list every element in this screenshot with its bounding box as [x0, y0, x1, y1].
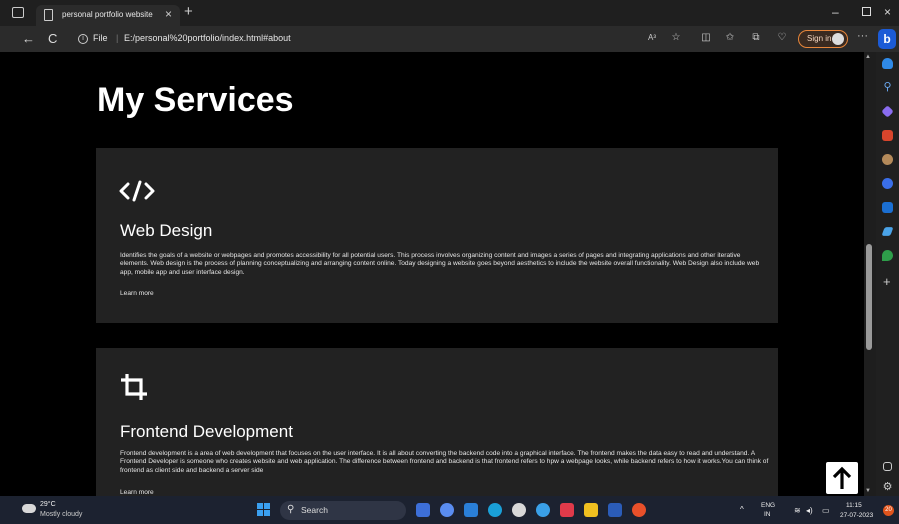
edge-icon[interactable] — [488, 503, 502, 517]
windows-taskbar: 29°C Mostly cloudy ⚲ Search ^ ENG IN ≋ ◂… — [0, 496, 899, 524]
service-description: Frontend development is a area of web de… — [120, 450, 769, 474]
vscode-icon[interactable] — [536, 503, 550, 517]
windows-start-icon[interactable] — [257, 503, 271, 517]
weather-temperature[interactable]: 29°C — [40, 501, 56, 508]
chat-icon[interactable] — [440, 503, 454, 517]
volume-icon[interactable]: ◂) — [806, 506, 813, 515]
tab-close-icon[interactable]: × — [165, 7, 172, 21]
mcafee-icon[interactable] — [560, 503, 574, 517]
tab-actions-icon[interactable] — [12, 7, 24, 18]
maximize-button[interactable] — [862, 5, 871, 19]
add-sidebar-app-icon[interactable]: + — [883, 274, 891, 289]
service-title: Frontend Development — [120, 422, 293, 441]
file-explorer-icon[interactable] — [584, 503, 598, 517]
settings-gear-icon[interactable]: ⚙ — [882, 482, 893, 493]
favorite-star-icon[interactable]: ☆ — [670, 32, 682, 44]
search-label: Search — [301, 505, 328, 515]
scroll-thumb[interactable] — [866, 244, 872, 350]
code-icon — [119, 180, 155, 202]
clock-date[interactable]: 27-07-2023 — [840, 512, 873, 519]
service-card-frontend: Frontend Development Frontend developmen… — [96, 348, 778, 496]
new-tab-button[interactable]: + — [184, 3, 193, 20]
weather-description[interactable]: Mostly cloudy — [40, 511, 82, 518]
url-text[interactable]: E:/personal%20portfolio/index.html#about — [124, 33, 291, 43]
search-icon[interactable]: ⚲ — [882, 82, 893, 93]
send-icon[interactable] — [881, 227, 894, 236]
clock-time[interactable]: 11:15 — [846, 502, 862, 509]
service-title: Web Design — [120, 221, 213, 240]
edge-sidebar: ⚲ + ⚙ — [876, 52, 899, 496]
browser-tab[interactable]: personal portfolio website × — [36, 5, 180, 26]
bing-copilot-button[interactable]: b — [878, 29, 896, 49]
back-to-top-button[interactable] — [826, 462, 858, 494]
back-button[interactable]: ← — [22, 31, 35, 46]
arrow-up-icon — [832, 466, 852, 489]
search-icon: ⚲ — [287, 504, 295, 515]
store-icon[interactable] — [464, 503, 478, 517]
browser-essentials-icon[interactable]: ♡ — [776, 32, 788, 44]
browser-toolbar: ← C i File | E:/personal%20portfolio/ind… — [0, 26, 899, 52]
outlook-icon[interactable] — [882, 202, 893, 213]
word-icon[interactable] — [608, 503, 622, 517]
tree-icon[interactable] — [882, 250, 893, 261]
address-bar[interactable]: i File | E:/personal%20portfolio/index.h… — [72, 30, 632, 48]
more-options-button[interactable]: ··· — [857, 30, 868, 42]
read-aloud-icon[interactable]: A³ — [646, 32, 658, 44]
page-title: My Services — [97, 81, 294, 119]
battery-icon[interactable]: ▭ — [822, 506, 830, 515]
file-label: File — [93, 33, 108, 43]
chrome-icon[interactable] — [632, 503, 646, 517]
scroll-down-arrow-icon[interactable]: ▼ — [865, 488, 871, 494]
taskbar-search[interactable]: ⚲ Search — [280, 501, 406, 520]
avatar — [832, 33, 844, 45]
crop-icon — [121, 374, 147, 400]
service-card-web-design: Web Design Identifies the goals of a web… — [96, 148, 778, 323]
language-region[interactable]: IN — [764, 511, 771, 518]
cloud-icon[interactable] — [22, 504, 36, 513]
notification-badge[interactable]: 20 — [883, 505, 894, 516]
info-icon[interactable]: i — [78, 34, 88, 44]
page-scrollbar[interactable]: ▲ ▼ — [864, 52, 876, 496]
people-icon[interactable] — [882, 154, 893, 165]
sign-in-label: Sign in — [807, 34, 832, 43]
refresh-button[interactable]: C — [48, 31, 57, 46]
favorites-icon[interactable]: ✩ — [724, 32, 736, 44]
wifi-icon[interactable]: ≋ — [794, 506, 801, 515]
tools-icon[interactable] — [882, 130, 893, 141]
page-icon — [44, 9, 53, 21]
app-icon[interactable] — [512, 503, 526, 517]
page-viewport: My Services Web Design Identifies the go… — [0, 52, 864, 496]
split-screen-icon[interactable]: ◫ — [700, 32, 712, 44]
tray-chevron-icon[interactable]: ^ — [740, 505, 744, 514]
scroll-up-arrow-icon[interactable]: ▲ — [865, 54, 871, 60]
browser-titlebar: personal portfolio website × + – × — [0, 0, 899, 26]
games-icon[interactable] — [882, 178, 893, 189]
task-view-icon[interactable] — [416, 503, 430, 517]
close-window-button[interactable]: × — [884, 5, 891, 19]
collections-icon[interactable]: ⧉ — [750, 32, 762, 44]
learn-more-link[interactable]: Learn more — [120, 290, 154, 297]
tab-title: personal portfolio website — [62, 10, 153, 19]
sidebar-layout-icon[interactable] — [883, 462, 892, 471]
language-indicator[interactable]: ENG — [761, 502, 775, 509]
service-description: Identifies the goals of a website or web… — [120, 252, 760, 276]
learn-more-link[interactable]: Learn more — [120, 489, 154, 496]
sign-in-button[interactable]: Sign in — [798, 30, 848, 48]
tag-icon[interactable] — [881, 105, 894, 118]
bell-icon[interactable] — [882, 58, 893, 69]
address-separator: | — [116, 33, 119, 43]
minimize-button[interactable]: – — [832, 5, 839, 19]
